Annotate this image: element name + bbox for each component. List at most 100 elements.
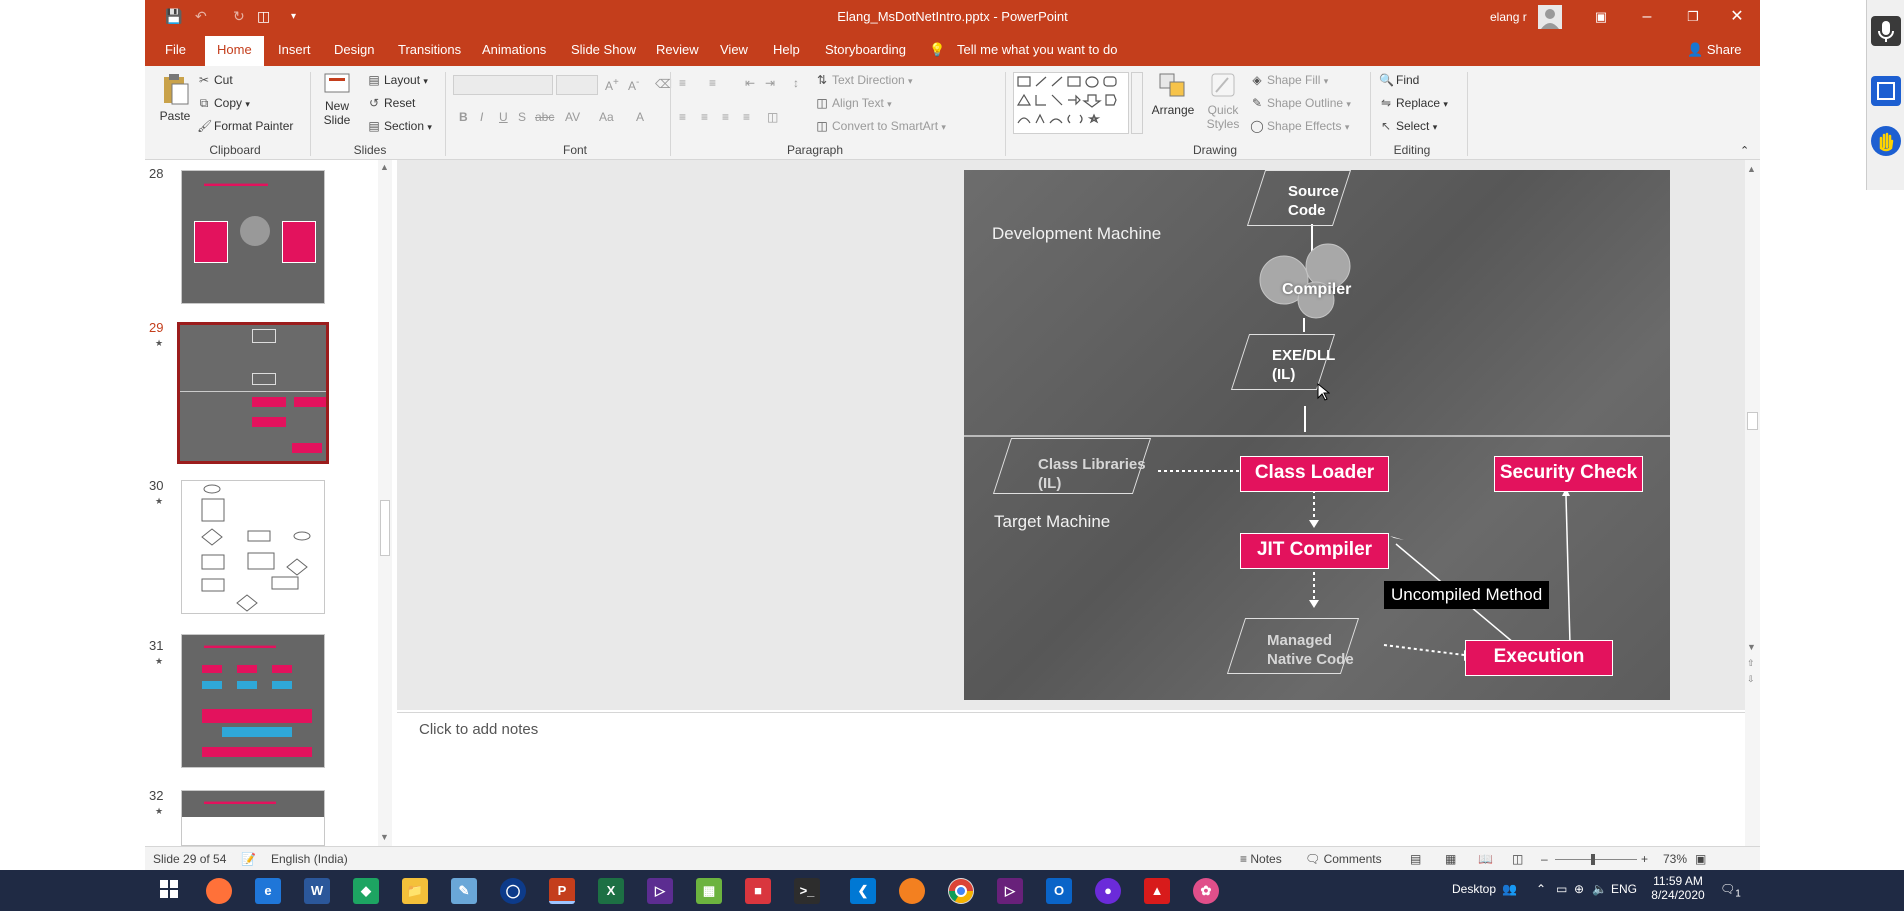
tell-me-search[interactable]: Tell me what you want to do [957,42,1117,57]
app-blue-icon[interactable]: ◯ [500,878,526,904]
notes-pane[interactable]: Click to add notes [397,712,1745,846]
reset-button[interactable]: ↺ Reset [367,96,415,110]
tab-view[interactable]: View [720,42,748,57]
columns-icon[interactable]: ◫ [767,110,778,124]
notes-placeholder[interactable]: Click to add notes [419,721,538,738]
previous-slide-icon[interactable]: ⇧ [1747,658,1755,669]
word-icon[interactable]: W [304,878,330,904]
terminal-icon[interactable]: >_ [794,878,820,904]
select-button[interactable]: ↖ Select ▾ [1379,119,1437,133]
slide-scrollbar[interactable]: ▲ ▼ ⇧ ⇩ [1745,160,1760,846]
class-loader-box[interactable]: Class Loader [1240,456,1389,492]
scroll-up-icon[interactable]: ▲ [1747,164,1756,174]
spelling-check-icon[interactable]: 📝 [241,852,256,866]
tab-review[interactable]: Review [656,42,699,57]
cut-button[interactable]: ✂ Cut [197,73,233,87]
shape-fill-button[interactable]: ◈ Shape Fill ▾ [1250,73,1328,87]
clock[interactable]: 11:59 AM 8/24/2020 [1648,874,1708,902]
hand-icon[interactable] [1871,126,1901,156]
outlook-icon[interactable]: O [1046,878,1072,904]
font-color-icon[interactable]: A [636,110,644,124]
visual-studio-2-icon[interactable]: ▷ [997,878,1023,904]
chrome-icon[interactable] [948,878,974,904]
tab-animations[interactable]: Animations [482,42,546,57]
tab-insert[interactable]: Insert [278,42,311,57]
zoom-level[interactable]: 73% [1663,852,1687,866]
tab-storyboarding[interactable]: Storyboarding [825,42,906,57]
zoom-slider-thumb[interactable] [1591,854,1595,865]
fit-to-window-icon[interactable]: ▣ [1695,852,1706,866]
line-spacing-icon[interactable]: ↕ [793,76,799,90]
share-button[interactable]: 👤 Share [1687,42,1742,58]
shape-outline-button[interactable]: ✎ Shape Outline ▾ [1250,96,1351,110]
layout-button[interactable]: ▤ Layout ▾ [367,73,428,87]
slide-sorter-icon[interactable]: ▦ [1445,852,1456,866]
strikethrough-icon[interactable]: abc [535,110,554,124]
app-puzzle-icon[interactable]: ▦ [696,878,722,904]
tab-slide-show[interactable]: Slide Show [571,42,636,57]
visual-studio-icon[interactable]: ▷ [647,878,673,904]
convert-smartart-button[interactable]: ◫ Convert to SmartArt ▾ [815,119,946,133]
current-slide[interactable]: Development Machine Target Machine Sourc… [964,170,1670,700]
notes-toggle[interactable]: ≡ Notes [1240,852,1282,866]
text-direction-button[interactable]: ⇅ Text Direction ▾ [815,73,913,87]
tray-overflow-icon[interactable]: ⌃ [1536,882,1546,896]
section-button[interactable]: ▤ Section ▾ [367,119,432,133]
slide-thumbnail-32[interactable]: ▬▬▬▬▬▬▬▬▬ [181,790,325,846]
format-painter-button[interactable]: 🖌 Format Painter [197,119,293,133]
decrease-font-size-icon[interactable]: A- [628,77,639,93]
acrobat-icon[interactable]: ▲ [1144,878,1170,904]
slide-thumbnail-30[interactable] [181,480,325,614]
app-pink-icon[interactable]: ✿ [1193,878,1219,904]
shadow-icon[interactable]: S [518,110,526,124]
reading-view-icon[interactable]: 📖 [1478,852,1493,866]
tab-design[interactable]: Design [334,42,374,57]
underline-icon[interactable]: U [499,110,508,124]
vscode-icon[interactable]: ❮ [850,878,876,904]
scroll-thumb[interactable] [380,500,390,556]
align-left-icon[interactable]: ≡ [679,110,686,124]
comments-toggle[interactable]: 🗨 Comments [1305,852,1382,866]
scroll-up-icon[interactable]: ▲ [380,162,389,172]
quick-styles-button[interactable]: Quick Styles [1202,70,1244,131]
language-indicator[interactable]: English (India) [271,852,348,866]
replace-button[interactable]: ⇋ Replace ▾ [1379,96,1448,110]
notification-center-icon[interactable]: 🗨1 [1720,882,1741,899]
microphone-icon[interactable] [1871,16,1901,46]
tab-help[interactable]: Help [773,42,800,57]
input-language[interactable]: ENG [1611,882,1637,896]
slideshow-view-icon[interactable]: ◫ [1512,852,1523,866]
battery-icon[interactable]: ▭ [1556,882,1567,896]
change-case-icon[interactable]: Aa [599,110,614,124]
decrease-indent-icon[interactable]: ⇤ [745,76,755,90]
security-check-box[interactable]: Security Check [1494,456,1643,492]
zoom-in-icon[interactable]: + [1641,852,1648,866]
zoom-out-icon[interactable]: – [1541,852,1548,866]
execution-box[interactable]: Execution [1465,640,1613,676]
windows-start-icon[interactable] [156,878,182,904]
copy-button[interactable]: ⧉ Copy ▾ [197,96,250,111]
minimize-button[interactable]: – [1624,0,1670,34]
excel-icon[interactable]: X [598,878,624,904]
align-text-button[interactable]: ◫ Align Text ▾ [815,96,891,110]
find-button[interactable]: 🔍 Find [1379,73,1419,87]
scroll-thumb[interactable] [1747,412,1758,430]
desktop-toolbar[interactable]: Desktop [1452,882,1496,896]
scroll-down-icon[interactable]: ▼ [380,832,389,842]
normal-view-icon[interactable]: ▤ [1410,852,1421,866]
collapse-ribbon-icon[interactable]: ⌃ [1740,144,1749,157]
shapes-gallery[interactable] [1013,72,1129,134]
app-tool-icon[interactable]: ✎ [451,878,477,904]
new-slide-button[interactable]: New Slide [317,72,357,127]
italic-icon[interactable]: I [480,110,483,124]
app-orange-icon[interactable] [899,878,925,904]
paste-button[interactable]: Paste [157,72,193,123]
next-slide-icon[interactable]: ⇩ [1747,674,1755,685]
tab-home[interactable]: Home [205,36,264,66]
people-icon[interactable]: 👥 [1502,882,1517,896]
slide-thumbnail-31[interactable]: ▬▬▬▬▬▬▬▬▬ [181,634,325,768]
app-red-icon[interactable]: ■ [745,878,771,904]
app-green-icon[interactable]: ◆ [353,878,379,904]
shapes-gallery-scroll[interactable] [1131,72,1143,134]
font-size-combobox[interactable] [556,75,598,95]
